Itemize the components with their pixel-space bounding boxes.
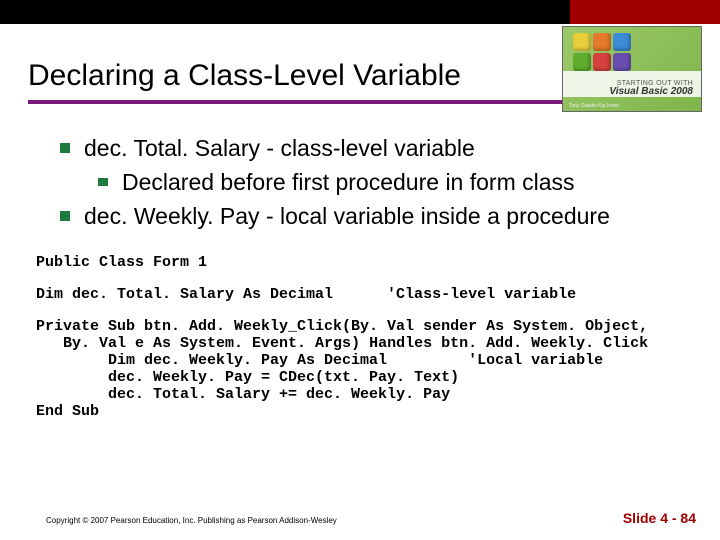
code-line: Dim dec. Total. Salary As Decimal 'Class… bbox=[36, 286, 576, 303]
list-item: dec. Total. Salary - class-level variabl… bbox=[60, 132, 680, 164]
code-sample: Public Class Form 1 Dim dec. Total. Sala… bbox=[0, 238, 720, 420]
slide-footer: Copyright © 2007 Pearson Education, Inc.… bbox=[0, 506, 720, 526]
code-line: dec. Weekly. Pay = CDec(txt. Pay. Text) bbox=[36, 369, 459, 386]
code-line: Private Sub btn. Add. Weekly_Click(By. V… bbox=[36, 318, 648, 335]
logo-brand-text: Visual Basic 2008 bbox=[609, 86, 693, 97]
code-line: Public Class Form 1 bbox=[36, 254, 207, 271]
list-item: dec. Weekly. Pay - local variable inside… bbox=[60, 200, 680, 232]
copyright-text: Copyright © 2007 Pearson Education, Inc.… bbox=[44, 515, 339, 526]
logo-blocks-icon bbox=[573, 33, 631, 71]
logo-authors: Tony Gaddis Kip Irvine bbox=[569, 103, 619, 109]
code-line: Dim dec. Weekly. Pay As Decimal 'Local v… bbox=[36, 352, 603, 369]
book-cover-logo: STARTING OUT WITH Visual Basic 2008 Tony… bbox=[562, 26, 702, 112]
bullet-text: dec. Weekly. Pay - local variable inside… bbox=[84, 200, 680, 232]
code-line: By. Val e As System. Event. Args) Handle… bbox=[36, 335, 648, 352]
code-line: dec. Total. Salary += dec. Weekly. Pay bbox=[36, 386, 450, 403]
bullet-list: dec. Total. Salary - class-level variabl… bbox=[0, 110, 720, 238]
top-bar bbox=[0, 0, 720, 24]
slide-number: Slide 4 - 84 bbox=[623, 510, 696, 526]
slide-root: STARTING OUT WITH Visual Basic 2008 Tony… bbox=[0, 0, 720, 540]
square-bullet-icon bbox=[98, 178, 108, 186]
bullet-text: dec. Total. Salary - class-level variabl… bbox=[84, 132, 680, 164]
list-item: Declared before first procedure in form … bbox=[98, 166, 680, 198]
square-bullet-icon bbox=[60, 143, 70, 153]
bullet-text: Declared before first procedure in form … bbox=[122, 166, 680, 198]
top-bar-accent bbox=[570, 0, 720, 24]
code-line: End Sub bbox=[36, 403, 99, 420]
square-bullet-icon bbox=[60, 211, 70, 221]
slide-title: Declaring a Class-Level Variable bbox=[28, 58, 512, 94]
